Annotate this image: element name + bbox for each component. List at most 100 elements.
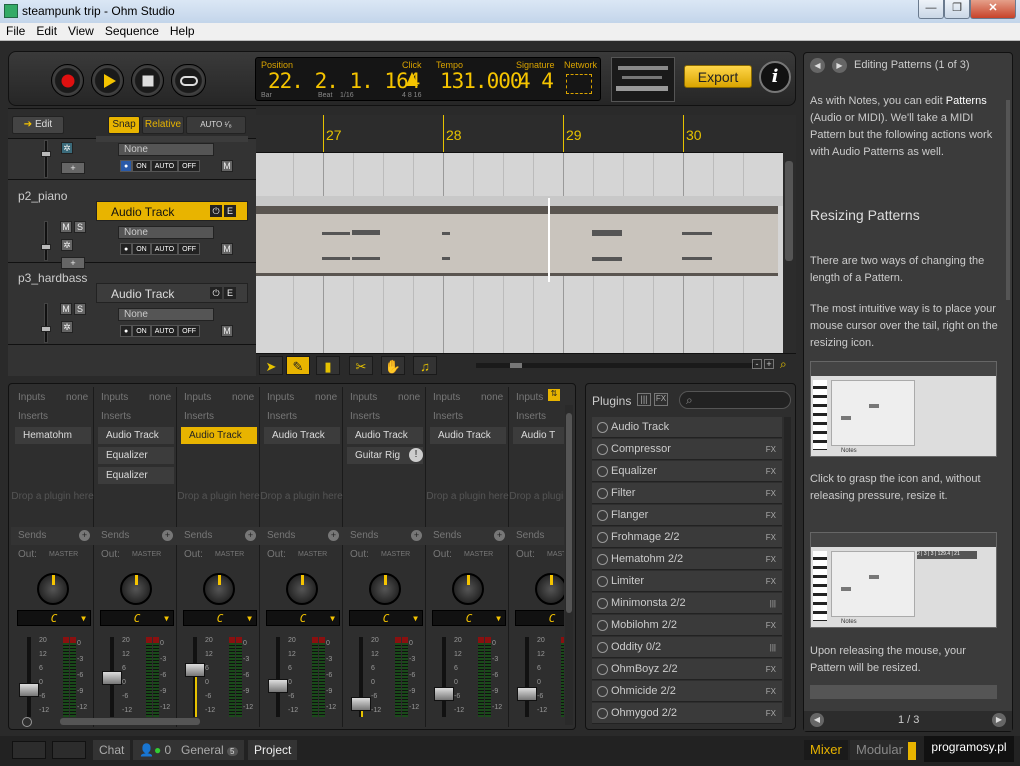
plugin-item[interactable]: Ohmicide 2/2 FX	[592, 681, 782, 702]
plugin-item[interactable]: Hematohm 2/2 FX	[592, 549, 782, 570]
help-p1-link[interactable]: Patterns	[946, 95, 987, 107]
on-toggle[interactable]: ON	[132, 160, 151, 172]
out-master[interactable]: MASTER	[381, 551, 410, 558]
add-icon[interactable]: +	[61, 162, 85, 174]
timeline-hscroll[interactable]	[476, 363, 754, 368]
power-icon[interactable]: ⏻	[210, 205, 222, 217]
plugin-item[interactable]: Compressor FX	[592, 439, 782, 460]
key-display[interactable]: C▼	[183, 610, 257, 626]
add-send-icon[interactable]: +	[79, 530, 90, 541]
chat-tab[interactable]: Chat	[93, 740, 131, 760]
off-toggle[interactable]: OFF	[178, 160, 201, 172]
off-toggle[interactable]: OFF	[178, 325, 201, 337]
volume-fader[interactable]	[434, 687, 454, 701]
song-overview[interactable]	[611, 57, 675, 102]
pencil-tool[interactable]: ✎	[286, 356, 310, 375]
mute-button[interactable]: M	[60, 221, 72, 233]
instruments-filter-icon[interactable]: |||	[637, 393, 651, 406]
pan-knob[interactable]	[37, 573, 69, 605]
relative-button[interactable]: Relative	[142, 116, 184, 134]
insert-slot[interactable]: Audio Track	[264, 427, 340, 444]
click-options[interactable]: 4 8 16	[402, 92, 421, 99]
plugin-item[interactable]: Filter FX	[592, 483, 782, 504]
audio-pattern[interactable]	[256, 206, 778, 276]
auto-toggle[interactable]: AUTO	[150, 160, 179, 172]
mute-button[interactable]: M	[221, 325, 233, 337]
plugin-item[interactable]: Minimonsta 2/2 |||	[592, 593, 782, 614]
help-prev-icon[interactable]: ◀	[810, 713, 824, 727]
mute-button[interactable]: M	[221, 243, 233, 255]
help-next-icon[interactable]: ▶	[992, 713, 1006, 727]
edit-icon[interactable]: E	[224, 287, 236, 299]
loop-button[interactable]	[171, 64, 206, 97]
pan-knob[interactable]	[203, 573, 235, 605]
signature-value[interactable]: 4 4	[518, 69, 554, 93]
plugin-search-input[interactable]: ⌕	[679, 391, 791, 409]
help-forward-icon[interactable]: ▶	[832, 58, 847, 73]
key-display[interactable]: C▼	[17, 610, 91, 626]
arm-toggle[interactable]: ●	[120, 160, 133, 172]
inputs-value[interactable]: none	[66, 392, 88, 403]
close-button[interactable]: ✕	[970, 0, 1016, 19]
menu-sequence[interactable]: Sequence	[99, 23, 164, 38]
mute-button[interactable]: M	[221, 160, 233, 172]
solo-button[interactable]: S	[74, 303, 86, 315]
arm-toggle[interactable]: ●	[120, 243, 133, 255]
export-button[interactable]: Export	[684, 65, 752, 88]
menu-file[interactable]: File	[0, 23, 30, 38]
record-mode[interactable]: ● ON AUTO OFF	[120, 325, 201, 337]
power-icon[interactable]: ⏻	[210, 287, 222, 299]
key-display[interactable]: C▼	[266, 610, 340, 626]
menu-edit[interactable]: Edit	[30, 23, 62, 38]
inputs-value[interactable]: none	[481, 392, 503, 403]
plugin-item[interactable]: Oddity 0/2 |||	[592, 637, 782, 658]
maximize-button[interactable]: ❐	[944, 0, 970, 19]
key-display[interactable]: C▼	[100, 610, 174, 626]
edit-icon[interactable]: E	[224, 205, 236, 217]
mixer-vscroll[interactable]	[565, 405, 573, 725]
insert-slot[interactable]: Hematohm	[15, 427, 91, 444]
volume-fader[interactable]	[185, 663, 205, 677]
key-display[interactable]: C▼	[432, 610, 506, 626]
insert-slot[interactable]: Audio Track	[181, 427, 257, 444]
plugin-item[interactable]: Mobilohm 2/2 FX	[592, 615, 782, 636]
mixer-options-icon[interactable]: ⇅	[548, 389, 560, 401]
audition-tool[interactable]: ♫	[413, 356, 437, 375]
pan-knob[interactable]	[452, 573, 484, 605]
info-button[interactable]: i	[759, 61, 791, 93]
tempo-value[interactable]: 131.000	[440, 69, 523, 93]
inputs-value[interactable]: none	[315, 392, 337, 403]
add-send-icon[interactable]: +	[328, 530, 339, 541]
solo-button[interactable]: S	[74, 221, 86, 233]
auto-toggle[interactable]: AUTO	[150, 325, 179, 337]
out-master[interactable]: MASTER	[547, 551, 564, 558]
plugins-tab[interactable]	[908, 742, 916, 760]
menu-help[interactable]: Help	[164, 23, 200, 38]
out-master[interactable]: MASTER	[215, 551, 244, 558]
inputs-value[interactable]: none	[232, 392, 254, 403]
insert-slot[interactable]: Audio Track	[98, 427, 174, 444]
edit-button[interactable]: ➔ Edit	[12, 116, 64, 134]
add-send-icon[interactable]: +	[411, 530, 422, 541]
volume-fader[interactable]	[517, 687, 537, 701]
fx-filter-icon[interactable]: FX	[654, 393, 668, 406]
modular-tab[interactable]: Modular	[850, 740, 909, 760]
plugin-list-scroll[interactable]	[784, 417, 791, 717]
volume-fader[interactable]	[19, 683, 39, 697]
record-mode[interactable]: ● ON AUTO OFF	[120, 160, 201, 172]
help-back-icon[interactable]: ◀	[810, 58, 825, 73]
grid-select[interactable]: AUTO ¹⁄₈	[186, 116, 246, 134]
monitor-icon[interactable]: ✲	[61, 142, 73, 154]
plugin-item[interactable]: Limiter FX	[592, 571, 782, 592]
pan-knob[interactable]	[369, 573, 401, 605]
insert-slot[interactable]: Audio T	[513, 427, 564, 444]
users-count[interactable]: 👤● 0	[133, 740, 178, 760]
off-toggle[interactable]: OFF	[178, 243, 201, 255]
volume-fader[interactable]	[268, 679, 288, 693]
monitor-icon[interactable]: ✲	[61, 321, 73, 333]
inputs-value[interactable]: none	[149, 392, 171, 403]
menu-view[interactable]: View	[62, 23, 99, 38]
plugin-item[interactable]: Audio Track	[592, 417, 782, 438]
record-button[interactable]	[51, 64, 84, 97]
insert-slot[interactable]: Audio Track	[430, 427, 506, 444]
